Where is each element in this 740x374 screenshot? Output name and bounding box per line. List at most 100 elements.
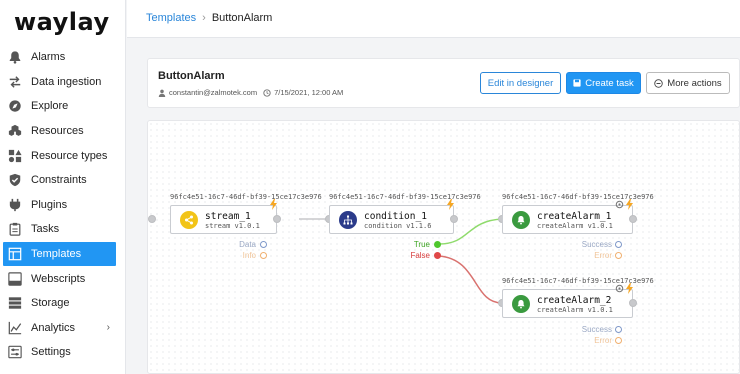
breadcrumb-link-templates[interactable]: Templates xyxy=(146,12,196,24)
waylay-logo[interactable]: waylay xyxy=(14,8,110,36)
node-version: condition v1.1.6 xyxy=(364,222,432,230)
wire-false-to-createalarm2 xyxy=(438,255,503,304)
template-header-card: ButtonAlarm constantin@zalmotek.com 7/15… xyxy=(147,58,740,108)
output-label-error: Error xyxy=(594,336,612,345)
node-output-port[interactable] xyxy=(450,215,458,223)
http-icon xyxy=(8,271,22,286)
node-output-port[interactable] xyxy=(629,215,637,223)
template-icon xyxy=(8,247,22,261)
gear-icon xyxy=(615,200,624,209)
create-task-button[interactable]: Create task xyxy=(566,72,641,94)
lightning-icon xyxy=(626,283,633,294)
bell-icon xyxy=(512,295,530,313)
node-output-port[interactable] xyxy=(629,299,637,307)
sidebar-item-data-ingestion[interactable]: Data ingestion xyxy=(0,70,126,95)
page-title: ButtonAlarm xyxy=(158,70,225,82)
cubes-icon xyxy=(8,124,22,138)
lightning-icon xyxy=(626,199,633,210)
node-id-label: 96fc4e51-16c7-46df-bf39-15ce17c3e976 xyxy=(329,193,481,201)
chevron-right-icon: › xyxy=(106,322,110,334)
more-circle-icon xyxy=(654,78,664,88)
node-name: stream_1 xyxy=(205,211,251,222)
sidebar-item-label: Data ingestion xyxy=(31,75,102,88)
sitemap-icon xyxy=(339,211,357,229)
node-version: createAlarm v1.0.1 xyxy=(537,306,613,314)
sidebar-item-settings[interactable]: Settings xyxy=(0,340,126,365)
sidebar-item-tasks[interactable]: Tasks xyxy=(0,217,126,242)
sidebar-item-resource-types[interactable]: Resource types xyxy=(0,143,126,168)
sidebar-item-templates[interactable]: Templates xyxy=(3,241,116,267)
breadcrumb-separator: › xyxy=(202,12,206,24)
save-icon xyxy=(573,79,581,87)
lightning-icon xyxy=(447,199,454,210)
sidebar-item-alarms[interactable]: Alarms xyxy=(0,45,126,70)
clipboard-icon xyxy=(8,222,22,237)
edit-in-designer-button[interactable]: Edit in designer xyxy=(480,72,561,94)
database-icon xyxy=(8,296,22,310)
output-port-error[interactable] xyxy=(615,252,622,259)
output-port-success[interactable] xyxy=(615,241,622,248)
sidebar-item-label: Tasks xyxy=(31,223,60,236)
bell-icon xyxy=(8,50,22,64)
sidebar-item-label: Plugins xyxy=(31,198,68,211)
output-label-true: True xyxy=(413,240,430,249)
node-condition-1[interactable]: condition_1 condition v1.1.6 xyxy=(329,199,454,234)
flow-canvas[interactable]: 96fc4e51-16c7-46df-bf39-15ce17c3e976 str… xyxy=(147,120,740,374)
sidebar-item-label: Alarms xyxy=(31,51,66,64)
output-port-error[interactable] xyxy=(615,337,622,344)
create-task-label: Create task xyxy=(585,77,634,89)
breadcrumb-current: ButtonAlarm xyxy=(211,12,273,24)
output-port-true[interactable] xyxy=(434,241,441,248)
share-icon xyxy=(180,211,198,229)
more-actions-label: More actions xyxy=(667,77,722,89)
chart-icon xyxy=(8,321,22,335)
node-createalarm-2[interactable]: createAlarm_2 createAlarm v1.0.1 xyxy=(502,283,633,318)
more-actions-button[interactable]: More actions xyxy=(646,72,730,94)
sidebar-item-label: Webscripts xyxy=(31,272,86,285)
shapes-icon xyxy=(8,149,22,163)
node-name: createAlarm_1 xyxy=(537,211,612,222)
sidebar-item-label: Explore xyxy=(31,100,69,113)
top-bar: Templates › ButtonAlarm xyxy=(127,0,740,38)
sidebar-item-label: Resources xyxy=(31,125,84,138)
sidebar-item-webscripts[interactable]: Webscripts xyxy=(0,266,126,291)
output-label-success: Success xyxy=(581,325,612,334)
output-label-error: Error xyxy=(594,251,612,260)
template-owner: constantin@zalmotek.com xyxy=(169,88,258,97)
output-port-false[interactable] xyxy=(434,252,441,259)
node-output-port[interactable] xyxy=(273,215,281,223)
output-port-data[interactable] xyxy=(260,241,267,248)
node-version: createAlarm v1.0.1 xyxy=(537,222,613,230)
gear-icon xyxy=(615,284,624,293)
sidebar-item-label: Templates xyxy=(31,248,82,261)
clock-icon xyxy=(263,88,271,97)
sidebar-item-storage[interactable]: Storage xyxy=(0,291,126,316)
sidebar-item-analytics[interactable]: Analytics › xyxy=(0,316,126,341)
sidebar-item-resources[interactable]: Resources xyxy=(0,119,126,144)
breadcrumb: Templates › ButtonAlarm xyxy=(146,12,272,24)
sidebar-item-plugins[interactable]: Plugins xyxy=(0,193,126,218)
arrows-exchange-icon xyxy=(8,75,22,89)
template-date: 7/15/2021, 12:00 AM xyxy=(274,88,344,97)
shield-check-icon xyxy=(8,173,22,187)
sidebar-nav: Alarms Data ingestion Explore Resources … xyxy=(0,45,126,365)
sidebar-item-explore[interactable]: Explore xyxy=(0,94,126,119)
sidebar: waylay Alarms Data ingestion Explore Res… xyxy=(0,0,126,374)
lightning-icon xyxy=(270,199,277,210)
node-version: stream v1.0.1 xyxy=(205,222,260,230)
output-label-success: Success xyxy=(581,240,612,249)
sidebar-item-label: Resource types xyxy=(31,149,108,162)
output-label-false: False xyxy=(410,251,430,260)
sidebar-item-label: Constraints xyxy=(31,174,87,187)
output-port-success[interactable] xyxy=(615,326,622,333)
sidebar-item-constraints[interactable]: Constraints xyxy=(0,168,126,193)
node-stream-1[interactable]: stream_1 stream v1.0.1 xyxy=(170,199,277,234)
output-port-info[interactable] xyxy=(260,252,267,259)
output-label-info: Info xyxy=(242,251,256,260)
node-input-port[interactable] xyxy=(148,215,156,223)
output-label-data: Data xyxy=(239,240,256,249)
plug-icon xyxy=(8,198,22,212)
node-createalarm-1[interactable]: createAlarm_1 createAlarm v1.0.1 xyxy=(502,199,633,234)
sidebar-item-label: Analytics xyxy=(31,321,76,334)
sliders-icon xyxy=(8,345,22,359)
